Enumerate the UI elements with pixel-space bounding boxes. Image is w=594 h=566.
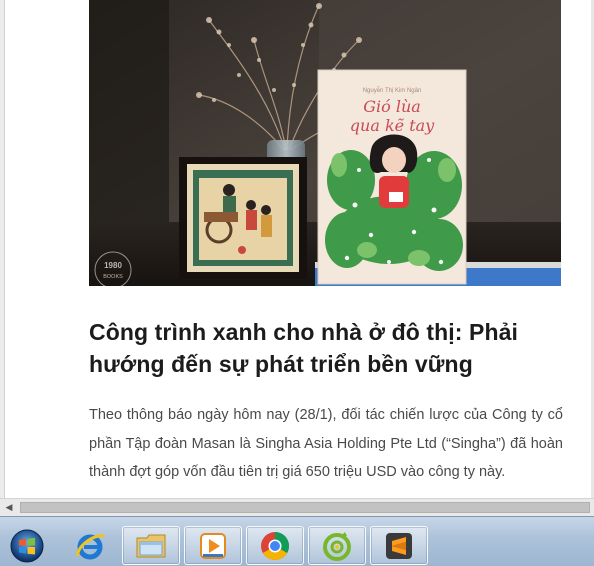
article-image[interactable]: 1980 BOOKS Nguyễn Thị Kim Ngân Gió lùa q… <box>89 0 561 286</box>
taskbar-app-sublime-text[interactable] <box>370 526 428 565</box>
coccoc-icon <box>323 531 351 561</box>
taskbar-app-media-player[interactable] <box>184 526 242 565</box>
taskbar-app-coc-coc-browser[interactable] <box>308 526 366 565</box>
ie-icon <box>76 533 105 559</box>
brand-watermark-text: 1980 <box>104 261 122 270</box>
chrome-icon <box>261 531 289 560</box>
browser-viewport: 1980 BOOKS Nguyễn Thị Kim Ngân Gió lùa q… <box>0 0 594 566</box>
window-left-border <box>0 0 5 498</box>
taskbar-app-internet-explorer[interactable] <box>61 526 119 565</box>
windows-taskbar <box>0 516 594 566</box>
article-photo-illustration: 1980 BOOKS Nguyễn Thị Kim Ngân Gió lùa q… <box>89 0 561 286</box>
article-headline[interactable]: Công trình xanh cho nhà ở đô thị: Phải h… <box>89 316 559 380</box>
taskbar-app-file-explorer[interactable] <box>122 526 180 565</box>
scrollbar-thumb[interactable] <box>20 502 590 513</box>
media-player-icon <box>200 532 226 559</box>
svg-text:Gió lùa: Gió lùa <box>363 97 421 116</box>
start-button[interactable] <box>2 526 52 565</box>
taskbar-app-google-chrome[interactable] <box>246 526 304 565</box>
scroll-left-icon[interactable]: ◀ <box>2 501 16 514</box>
svg-text:qua kẽ tay: qua kẽ tay <box>350 116 435 135</box>
folder-icon <box>136 534 166 557</box>
article-summary: Theo thông báo ngày hôm nay (28/1), đối … <box>89 407 563 480</box>
svg-text:Nguyễn Thị Kim Ngân: Nguyễn Thị Kim Ngân <box>363 87 422 94</box>
svg-text:BOOKS: BOOKS <box>103 274 123 280</box>
windows-start-icon <box>10 529 44 562</box>
sublime-icon <box>386 532 412 559</box>
horizontal-scrollbar[interactable]: ◀ <box>0 498 594 516</box>
